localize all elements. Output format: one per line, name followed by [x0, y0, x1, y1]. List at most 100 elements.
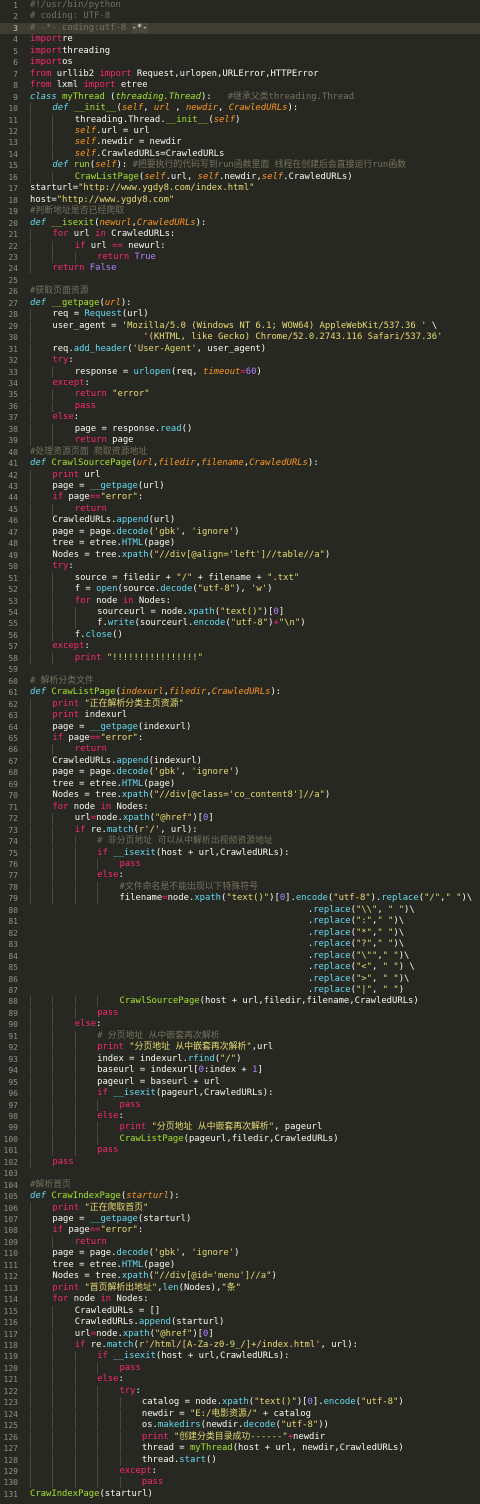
code-line[interactable]: 21 for url in CrawledURLs: — [0, 229, 480, 241]
code-line[interactable]: 97 pass — [0, 1099, 480, 1111]
code-line[interactable]: 41 def CrawlSourcePage(url,filedir,filena… — [0, 458, 480, 469]
code-line[interactable]: 80 .replace("\\", " ")\ — [0, 905, 480, 916]
code-line[interactable]: 85 .replace("<", " ") \ — [0, 962, 480, 973]
code-line[interactable]: 128 thread.start() — [0, 1454, 480, 1466]
code-line[interactable]: 42 print url — [0, 469, 480, 481]
code-line[interactable]: 129 except: — [0, 1466, 480, 1477]
code-line[interactable]: 24 return False — [0, 263, 480, 275]
code-line[interactable]: 107 page = __getpage(starturl) — [0, 1214, 480, 1226]
code-line[interactable]: 30 '(KHTML, like Gecko) Chrome/52.0.2743… — [0, 332, 480, 344]
code-line[interactable]: 63 print indexurl — [0, 710, 480, 722]
code-line[interactable]: 4 importre — [0, 34, 480, 45]
code-area[interactable]: 1 #!/usr/bin/python 2 # coding: UTF-8 3 # -*-… — [0, 0, 480, 1500]
code-line[interactable]: 3 # -*- coding:utf-8 -*- — [0, 22, 480, 35]
code-line[interactable]: 119 if __isexit(host + url,CrawledURLs): — [0, 1351, 480, 1363]
code-line[interactable]: 125 os.makedirs(newdir.decode("utf-8")) — [0, 1420, 480, 1432]
code-line[interactable]: 131 CrawIndexPage(starturl) — [0, 1489, 480, 1500]
code-line[interactable]: 28 req = Request(url) — [0, 309, 480, 321]
code-line[interactable]: 46 CrawledURLs.append(url) — [0, 515, 480, 527]
code-line[interactable]: 11 threading.Thread.__init__(self) — [0, 114, 480, 126]
code-line[interactable]: 86 .replace(">", " ")\ — [0, 974, 480, 985]
code-editor[interactable]: 1 #!/usr/bin/python 2 # coding: UTF-8 3 # -*-… — [0, 0, 480, 1504]
code-line[interactable]: 122 try: — [0, 1385, 480, 1397]
code-line[interactable]: 20 def __isexit(newurl,CrawledURLs): — [0, 218, 480, 229]
code-line[interactable]: 17 starturl="http://www.ygdy8.com/index.h… — [0, 183, 480, 194]
code-line[interactable]: 110 page = page.decode('gbk', 'ignore') — [0, 1248, 480, 1260]
code-line[interactable]: 99 print "分页地址 从中嵌套再次解析", pageurl — [0, 1122, 480, 1134]
code-line[interactable]: 76 pass — [0, 858, 480, 870]
code-line[interactable]: 112 Nodes = tree.xpath("//div[@id='menu'… — [0, 1271, 480, 1283]
code-line[interactable]: 40 #处理资源页面 爬取资源地址 — [0, 447, 480, 458]
code-line[interactable]: 123 catalog = node.xpath("text()")[0].en… — [0, 1397, 480, 1409]
code-line[interactable]: 37 else: — [0, 412, 480, 424]
code-line[interactable]: 31 req.add_header('User-Agent', user_age… — [0, 343, 480, 355]
code-line[interactable]: 6 importos — [0, 57, 480, 68]
code-line[interactable]: 58 print "!!!!!!!!!!!!!!!!" — [0, 652, 480, 664]
code-line[interactable]: 18 host="http://www.ygdy8.com" — [0, 195, 480, 206]
code-line[interactable]: 16 CrawListPage(self.url, self.newdir,se… — [0, 171, 480, 183]
code-line[interactable]: 93 index = indexurl.rfind("/") — [0, 1053, 480, 1065]
code-line[interactable]: 115 CrawledURLs = [] — [0, 1305, 480, 1317]
code-line[interactable]: 104 #解析首页 — [0, 1180, 480, 1191]
code-line[interactable]: 39 return page — [0, 435, 480, 447]
code-line[interactable]: 38 page = response.read() — [0, 423, 480, 435]
code-line[interactable]: 120 pass — [0, 1362, 480, 1374]
code-line[interactable]: 87 .replace("|", " ") — [0, 985, 480, 996]
code-line[interactable]: 48 tree = etree.HTML(page) — [0, 538, 480, 550]
code-line[interactable]: 106 print "正在爬取首页" — [0, 1202, 480, 1214]
code-line[interactable]: 66 return — [0, 744, 480, 756]
code-line[interactable]: 105 def CrawIndexPage(starturl): — [0, 1191, 480, 1202]
code-line[interactable]: 47 page = page.decode('gbk', 'ignore') — [0, 526, 480, 538]
code-line[interactable]: 5 importthreading — [0, 46, 480, 57]
code-line[interactable]: 50 try: — [0, 561, 480, 573]
code-line[interactable]: 61 def CrawListPage(indexurl,filedir,Craw… — [0, 687, 480, 698]
code-line[interactable]: 52 f = open(source.decode("utf-8"), 'w') — [0, 584, 480, 596]
code-line[interactable]: 102 pass — [0, 1156, 480, 1168]
code-line[interactable]: 35 return "error" — [0, 389, 480, 401]
code-line[interactable]: 116 CrawledURLs.append(starturl) — [0, 1317, 480, 1329]
code-line[interactable]: 98 else: — [0, 1110, 480, 1122]
code-line[interactable]: 27 def __getpage(url): — [0, 298, 480, 309]
code-line[interactable]: 127 thread = myThread(host + url, newdir… — [0, 1443, 480, 1455]
code-line[interactable]: 29 user_agent = 'Mozilla/5.0 (Windows NT… — [0, 320, 480, 332]
code-line[interactable]: 74 # 非分页地址 可以从中解析出视频资源地址 — [0, 836, 480, 848]
code-line[interactable]: 44 if page=="error": — [0, 492, 480, 504]
code-line[interactable]: 82 .replace("*"," ")\ — [0, 928, 480, 939]
code-line[interactable]: 83 .replace("?"," ")\ — [0, 939, 480, 950]
code-line[interactable]: 49 Nodes = tree.xpath("//div[@align='lef… — [0, 549, 480, 561]
code-line[interactable]: 114 for node in Nodes: — [0, 1294, 480, 1306]
code-line[interactable]: 126 print "创建分类目录成功------"+newdir — [0, 1431, 480, 1443]
code-line[interactable]: 75 if __isexit(host + url,CrawledURLs): — [0, 847, 480, 859]
code-line[interactable]: 7 from urllib2 import Request,urlopen,URL… — [0, 69, 480, 80]
code-line[interactable]: 14 self.CrawledURLs=CrawledURLs — [0, 148, 480, 160]
code-line[interactable]: 53 for node in Nodes: — [0, 595, 480, 607]
code-line[interactable]: 101 pass — [0, 1145, 480, 1157]
code-line[interactable]: 130 pass — [0, 1477, 480, 1489]
code-line[interactable]: 56 f.close() — [0, 629, 480, 641]
code-line[interactable]: 32 try: — [0, 355, 480, 367]
code-line[interactable]: 33 response = urlopen(req, timeout=60) — [0, 366, 480, 378]
code-line[interactable]: 34 except: — [0, 377, 480, 389]
code-line[interactable]: 10 def __init__(self, url , newdir, Craw… — [0, 103, 480, 115]
code-line[interactable]: 71 for node in Nodes: — [0, 801, 480, 813]
code-line[interactable]: 91 # 分页地址 从中嵌套再次解析 — [0, 1030, 480, 1042]
code-line[interactable]: 13 self.newdir = newdir — [0, 137, 480, 149]
code-line[interactable]: 15 def run(self): #把要执行的代码写到run函数里面 线程在创… — [0, 160, 480, 172]
code-line[interactable]: 54 sourceurl = node.xpath("text()")[0] — [0, 607, 480, 619]
code-line[interactable]: 95 pageurl = baseurl + url — [0, 1076, 480, 1088]
code-line[interactable]: 124 newdir = "E:/电影资源/" + catalog — [0, 1408, 480, 1420]
code-line[interactable]: 100 CrawListPage(pageurl,filedir,Crawled… — [0, 1133, 480, 1145]
code-line[interactable]: 121 else: — [0, 1374, 480, 1386]
code-line[interactable]: 72 url=node.xpath("@href")[0] — [0, 813, 480, 825]
code-line[interactable]: 57 except: — [0, 641, 480, 653]
code-line[interactable]: 26 #获取页面资源 — [0, 286, 480, 297]
code-line[interactable]: 22 if url == newurl: — [0, 240, 480, 252]
code-line[interactable]: 9 class myThread (threading.Thread): #继承父… — [0, 92, 480, 103]
code-line[interactable]: 77 else: — [0, 870, 480, 882]
code-line[interactable]: 108 if page=="error": — [0, 1225, 480, 1237]
code-line[interactable]: 96 if __isexit(pageurl,CrawledURLs): — [0, 1088, 480, 1100]
code-line[interactable]: 64 page = __getpage(indexurl) — [0, 721, 480, 733]
code-line[interactable]: 73 if re.match(r'/', url): — [0, 824, 480, 836]
code-line[interactable]: 90 else: — [0, 1019, 480, 1031]
code-line[interactable]: 88 CrawlSourcePage(host + url,filedir,fi… — [0, 996, 480, 1008]
